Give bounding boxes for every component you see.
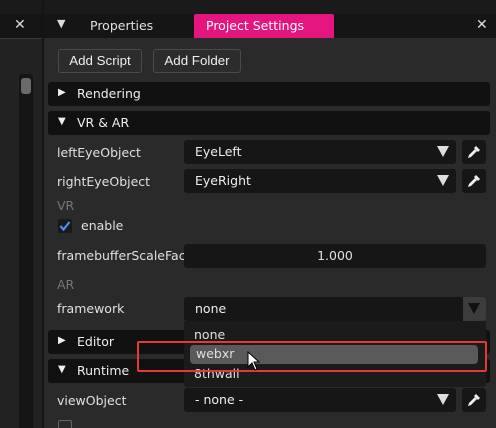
dropdown-option-none[interactable]: none <box>194 327 225 342</box>
framebuffer-value: 1.000 <box>317 248 353 263</box>
framebuffer-label: framebufferScaleFactor <box>57 248 204 263</box>
view-object-label: viewObject <box>57 393 127 408</box>
ar-subheader: AR <box>57 277 75 292</box>
left-divider <box>0 38 42 39</box>
mouse-cursor-icon <box>247 351 261 371</box>
view-object-select[interactable]: - none - <box>184 388 456 412</box>
right-eye-picker-button[interactable] <box>462 169 486 193</box>
view-object-picker-button[interactable] <box>462 388 486 412</box>
framebuffer-field[interactable]: 1.000 <box>184 244 486 268</box>
left-eye-label: leftEyeObject <box>57 145 141 160</box>
eyedropper-icon <box>468 146 480 158</box>
view-object-value: - none - <box>195 392 244 407</box>
framework-dropdown-toggle[interactable] <box>463 297 486 321</box>
right-eye-select[interactable]: EyeRight <box>184 169 456 193</box>
left-eye-value: EyeLeft <box>195 144 242 159</box>
chevron-down-icon <box>437 175 449 186</box>
chevron-down-icon <box>468 303 480 314</box>
section-title: VR & AR <box>77 115 130 130</box>
right-eye-label: rightEyeObject <box>57 174 151 189</box>
section-title: Rendering <box>77 86 141 101</box>
close-icon[interactable]: ✕ <box>476 17 488 33</box>
partial-checkbox[interactable] <box>58 420 72 428</box>
left-scrollbar-thumb[interactable] <box>21 78 31 94</box>
chevron-down-icon <box>437 394 449 405</box>
chevron-down-icon <box>437 146 449 157</box>
vr-subheader: VR <box>57 198 75 213</box>
menu-icon[interactable]: ▼ <box>57 17 65 30</box>
tab-project-settings[interactable]: Project Settings <box>194 14 334 38</box>
right-eye-value: EyeRight <box>195 173 251 188</box>
add-script-button[interactable]: Add Script <box>58 49 142 73</box>
left-eye-select[interactable]: EyeLeft <box>184 140 456 164</box>
triangle-right-icon: ▶ <box>58 87 66 98</box>
section-vr-ar[interactable]: ▼ VR & AR <box>48 111 490 135</box>
tab-properties[interactable]: Properties <box>78 14 193 38</box>
section-rendering[interactable]: ▶ Rendering <box>48 82 490 106</box>
left-eye-picker-button[interactable] <box>462 140 486 164</box>
eyedropper-icon <box>468 394 480 406</box>
left-top-strip <box>0 0 42 14</box>
highlight-box <box>137 341 487 372</box>
triangle-down-icon: ▼ <box>58 364 66 375</box>
add-folder-button[interactable]: Add Folder <box>153 49 241 73</box>
left-scrollbar[interactable] <box>19 74 33 428</box>
triangle-down-icon: ▼ <box>58 116 66 127</box>
top-strip <box>44 0 496 14</box>
framework-label: framework <box>57 301 125 316</box>
framework-select[interactable]: none <box>184 297 486 321</box>
eyedropper-icon <box>468 175 480 187</box>
enable-checkbox[interactable] <box>58 219 72 233</box>
enable-label: enable <box>81 218 124 233</box>
check-icon <box>59 221 71 232</box>
section-title: Runtime <box>77 363 130 378</box>
section-title: Editor <box>77 334 114 349</box>
close-icon[interactable]: ✕ <box>14 17 26 33</box>
framework-value: none <box>195 301 227 316</box>
triangle-right-icon: ▶ <box>58 335 66 346</box>
